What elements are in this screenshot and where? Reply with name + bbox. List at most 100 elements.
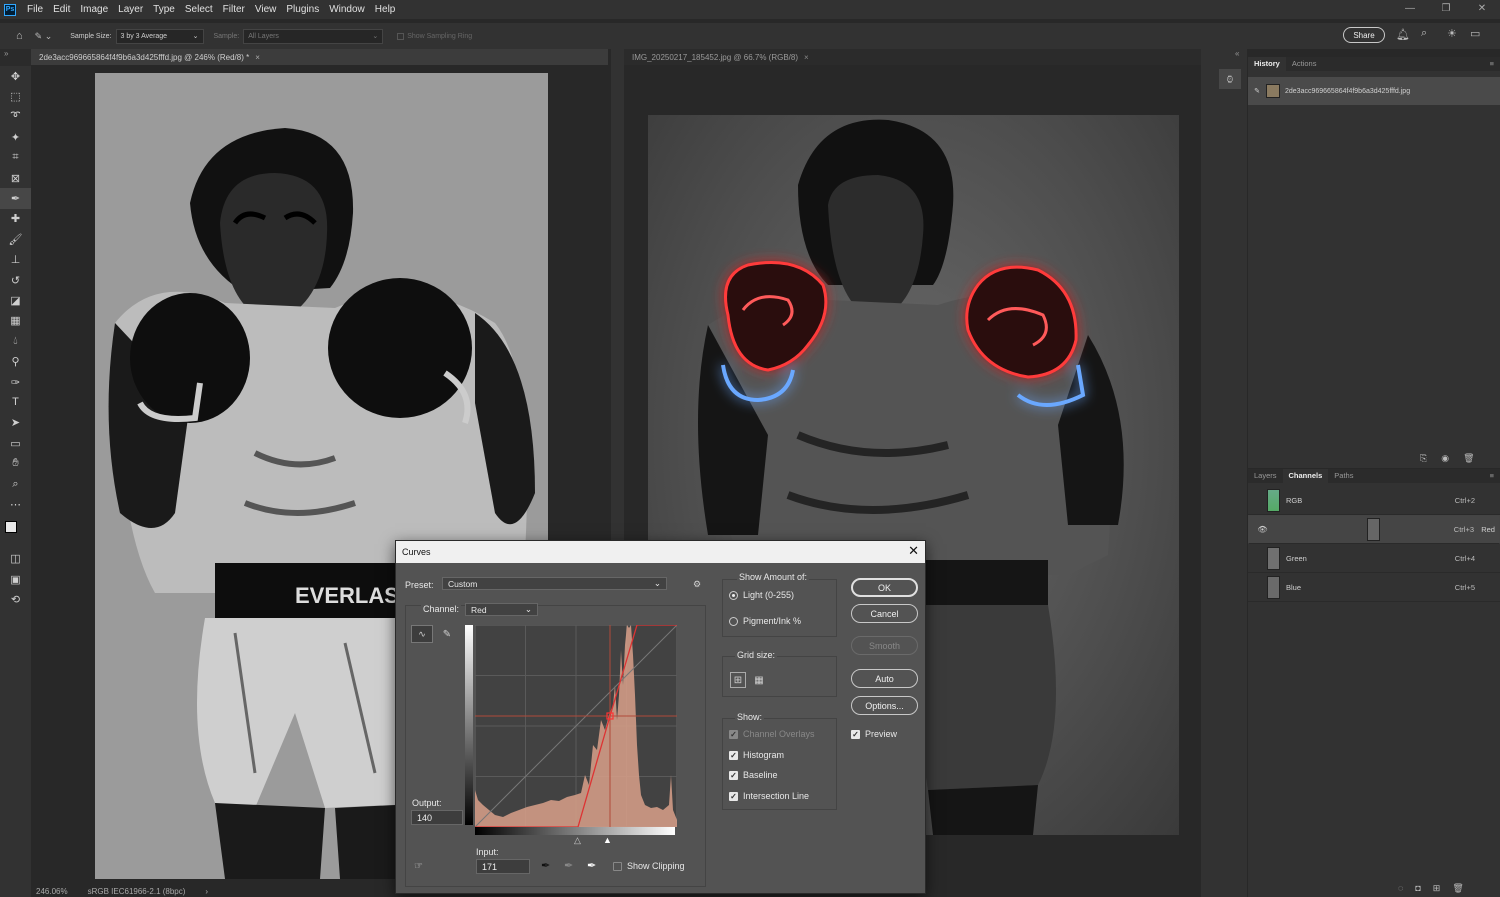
lightbulb-icon[interactable]: ☀︎	[1447, 27, 1457, 40]
move-tool-icon[interactable]: ✥	[0, 66, 31, 86]
tab-layers[interactable]: Layers	[1248, 469, 1283, 483]
sample-size-select[interactable]: 3 by 3 Average ⌄	[115, 28, 204, 44]
white-point-slider-icon[interactable]: ▲	[603, 835, 612, 845]
close-icon[interactable]: ×	[255, 53, 260, 62]
pigment-radio[interactable]: Pigment/Ink %	[729, 616, 801, 626]
marquee-tool-icon[interactable]: ⬚	[0, 86, 31, 106]
magic-wand-tool-icon[interactable]: ✦	[0, 127, 31, 147]
brush-tool-icon[interactable]: 🖌︎	[0, 229, 31, 249]
quick-mask-icon[interactable]: ◫	[0, 549, 31, 569]
preset-select[interactable]: Custom ⌄	[442, 577, 667, 590]
close-window-button[interactable]: ✕	[1464, 0, 1500, 19]
eyedropper-preset-icon[interactable]: ✎ ⌄	[35, 31, 53, 42]
ok-button[interactable]: OK	[851, 578, 918, 597]
new-channel-icon[interactable]: ⊞	[1433, 883, 1441, 894]
menu-layer[interactable]: Layer	[113, 4, 148, 15]
search-icon[interactable]: ⌕	[1421, 27, 1427, 40]
light-radio[interactable]: Light (0-255)	[729, 590, 794, 600]
menu-type[interactable]: Type	[148, 4, 180, 15]
sampling-ring-checkbox[interactable]: Show Sampling Ring	[397, 32, 472, 40]
menu-window[interactable]: Window	[324, 4, 370, 15]
foreground-color[interactable]	[5, 520, 17, 533]
gradient-tool-icon[interactable]: ▦	[0, 311, 31, 331]
pen-tool-icon[interactable]: ✑	[0, 372, 31, 392]
baseline-checkbox[interactable]: ✓ Baseline	[729, 770, 778, 780]
close-icon[interactable]: ×	[804, 53, 809, 62]
panel-menu-icon[interactable]: ≡	[1484, 57, 1500, 71]
status-arrow-icon[interactable]: ›	[205, 887, 208, 897]
sample-select[interactable]: All Layers ⌄	[243, 28, 384, 44]
lasso-tool-icon[interactable]: ➰︎	[0, 107, 31, 127]
history-brush-tool-icon[interactable]: ↺	[0, 270, 31, 290]
crop-tool-icon[interactable]: ⌗	[0, 148, 31, 168]
menu-image[interactable]: Image	[75, 4, 113, 15]
detailed-grid-icon[interactable]: ▦	[751, 672, 767, 688]
tab-channels[interactable]: Channels	[1282, 469, 1329, 483]
black-point-slider-icon[interactable]: △	[574, 835, 581, 846]
hand-tool-icon[interactable]: ✋︎	[0, 453, 31, 473]
restore-button[interactable]: ❐	[1428, 0, 1464, 19]
frame-tool-icon[interactable]: ⊠	[0, 168, 31, 188]
eyedropper-tool-icon[interactable]: ✒︎	[0, 188, 31, 209]
menu-plugins[interactable]: Plugins	[281, 4, 324, 15]
trash-icon[interactable]: 🗑︎	[1463, 453, 1474, 464]
zoom-tool-icon[interactable]: ⌕	[0, 474, 31, 494]
screen-mode-icon[interactable]: ▣	[0, 569, 31, 589]
camera-icon[interactable]: ◉	[1441, 453, 1449, 464]
gray-eyedropper-icon[interactable]: ✒︎	[564, 859, 573, 872]
eye-icon[interactable]: 👁︎	[1253, 525, 1272, 534]
channel-overlays-checkbox[interactable]: ✓ Channel Overlays	[729, 729, 815, 739]
menu-file[interactable]: File	[22, 4, 48, 15]
save-selection-icon[interactable]: ◘	[1415, 883, 1420, 894]
new-document-icon[interactable]: ⎘	[1420, 453, 1427, 464]
menu-select[interactable]: Select	[180, 4, 218, 15]
curve-point-tool-icon[interactable]: ∿	[411, 625, 433, 643]
tab-history[interactable]: History	[1248, 57, 1286, 71]
output-field[interactable]: 140	[411, 810, 463, 825]
history-snapshot[interactable]: ✎ 2de3acc969665864f4f9b6a3d425fffd.jpg	[1248, 77, 1500, 105]
color-swatches[interactable]	[0, 515, 31, 549]
menu-view[interactable]: View	[250, 4, 282, 15]
on-image-adjust-icon[interactable]: ☞	[414, 861, 423, 872]
channel-row-green[interactable]: Green Ctrl+4	[1248, 544, 1500, 573]
histogram-checkbox[interactable]: ✓ Histogram	[729, 750, 784, 760]
dialog-close-icon[interactable]: ✕	[908, 543, 919, 559]
pencil-draw-tool-icon[interactable]: ✎	[437, 625, 457, 643]
path-selection-tool-icon[interactable]: ➤	[0, 413, 31, 433]
preview-checkbox[interactable]: ✓ Preview	[851, 729, 897, 739]
share-screen-icon[interactable]: ⟲	[0, 589, 31, 609]
rectangle-tool-icon[interactable]: ▭	[0, 433, 31, 453]
auto-button[interactable]: Auto	[851, 669, 918, 688]
intersection-line-checkbox[interactable]: ✓ Intersection Line	[729, 791, 809, 801]
bell-icon[interactable]: 🔔︎	[1396, 28, 1410, 41]
menu-edit[interactable]: Edit	[48, 4, 75, 15]
zoom-readout[interactable]: 246.06%	[36, 887, 68, 897]
more-tools-icon[interactable]: ⋯	[0, 494, 31, 514]
menu-help[interactable]: Help	[370, 4, 401, 15]
cancel-button[interactable]: Cancel	[851, 604, 918, 623]
options-button[interactable]: Options...	[851, 696, 918, 715]
document-tab-1[interactable]: 2de3acc969665864f4f9b6a3d425fffd.jpg @ 2…	[31, 49, 608, 65]
curves-graph[interactable]	[475, 625, 677, 827]
share-button[interactable]: Share	[1343, 27, 1385, 43]
input-field[interactable]: 171	[476, 859, 530, 874]
history-panel-icon[interactable]: ⌚︎	[1219, 69, 1241, 89]
white-eyedropper-icon[interactable]: ✒︎	[587, 859, 596, 872]
tab-paths[interactable]: Paths	[1328, 469, 1359, 483]
home-icon[interactable]: ⌂	[16, 30, 23, 42]
black-eyedropper-icon[interactable]: ✒︎	[541, 859, 550, 872]
healing-brush-tool-icon[interactable]: ✚	[0, 209, 31, 229]
document-tab-2[interactable]: IMG_20250217_185452.jpg @ 66.7% (RGB/8) ×	[624, 49, 1229, 65]
channel-row-red[interactable]: 👁︎ Red Ctrl+3	[1248, 515, 1500, 544]
channel-row-rgb[interactable]: RGB Ctrl+2	[1248, 486, 1500, 515]
toolbar-collapse[interactable]: »	[0, 49, 31, 66]
show-clipping-checkbox[interactable]: Show Clipping	[613, 861, 685, 871]
minimize-button[interactable]: —	[1392, 0, 1428, 19]
type-tool-icon[interactable]: T	[0, 392, 31, 412]
eraser-tool-icon[interactable]: ◪	[0, 290, 31, 310]
workspace-icon[interactable]: ▭	[1470, 27, 1480, 40]
history-brush-source-icon[interactable]: ✎	[1248, 87, 1266, 95]
clone-stamp-tool-icon[interactable]: ⊥	[0, 250, 31, 270]
blur-tool-icon[interactable]: 💧︎	[0, 331, 31, 351]
preset-options-gear-icon[interactable]: ⚙︎	[693, 579, 701, 590]
